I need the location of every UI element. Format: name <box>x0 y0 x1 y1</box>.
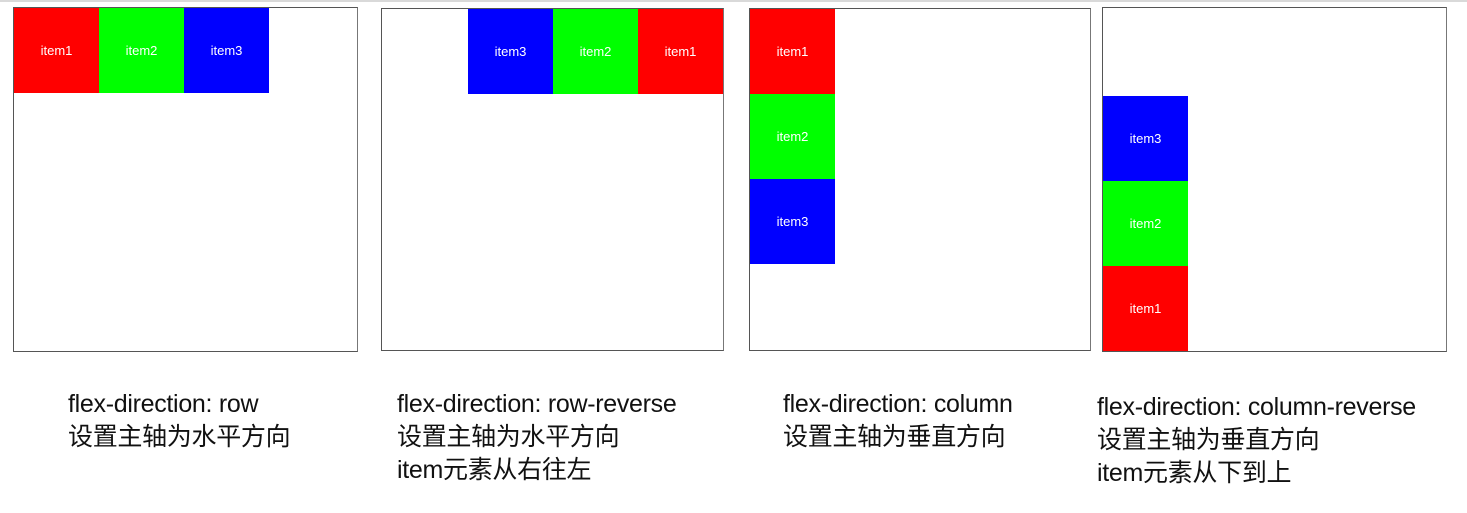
item-3: item3 <box>184 8 269 93</box>
caption-description: 设置主轴为垂直方向 <box>783 423 1006 451</box>
flex-container-row: item1 item2 item3 <box>13 7 358 352</box>
item-3: item3 <box>468 9 553 94</box>
item-1: item1 <box>14 8 99 93</box>
item-1: item1 <box>638 9 723 94</box>
caption-column-reverse: flex-direction: column-reverse 设置主轴为垂直方向… <box>1097 391 1416 490</box>
caption-property: flex-direction: row-reverse <box>397 390 677 418</box>
flex-container-row-reverse: item1 item2 item3 <box>381 8 724 351</box>
top-divider <box>0 0 1467 2</box>
item-2: item2 <box>750 94 835 179</box>
caption-row: flex-direction: row 设置主轴为水平方向 <box>68 388 291 454</box>
caption-row-reverse: flex-direction: row-reverse 设置主轴为水平方向 it… <box>397 388 677 487</box>
item-3: item3 <box>750 179 835 264</box>
caption-note: item元素从下到上 <box>1097 459 1292 487</box>
item-2: item2 <box>553 9 638 94</box>
item-3: item3 <box>1103 96 1188 181</box>
caption-column: flex-direction: column 设置主轴为垂直方向 <box>783 388 1013 454</box>
caption-property: flex-direction: column-reverse <box>1097 393 1416 421</box>
caption-property: flex-direction: column <box>783 390 1013 418</box>
item-2: item2 <box>99 8 184 93</box>
caption-note: item元素从右往左 <box>397 456 592 484</box>
item-1: item1 <box>750 9 835 94</box>
flex-container-column-reverse: item1 item2 item3 <box>1102 7 1447 352</box>
caption-description: 设置主轴为垂直方向 <box>1097 426 1320 454</box>
caption-property: flex-direction: row <box>68 390 259 418</box>
caption-description: 设置主轴为水平方向 <box>397 423 620 451</box>
item-1: item1 <box>1103 266 1188 351</box>
flex-container-column: item1 item2 item3 <box>749 8 1091 351</box>
item-2: item2 <box>1103 181 1188 266</box>
caption-description: 设置主轴为水平方向 <box>68 423 291 451</box>
